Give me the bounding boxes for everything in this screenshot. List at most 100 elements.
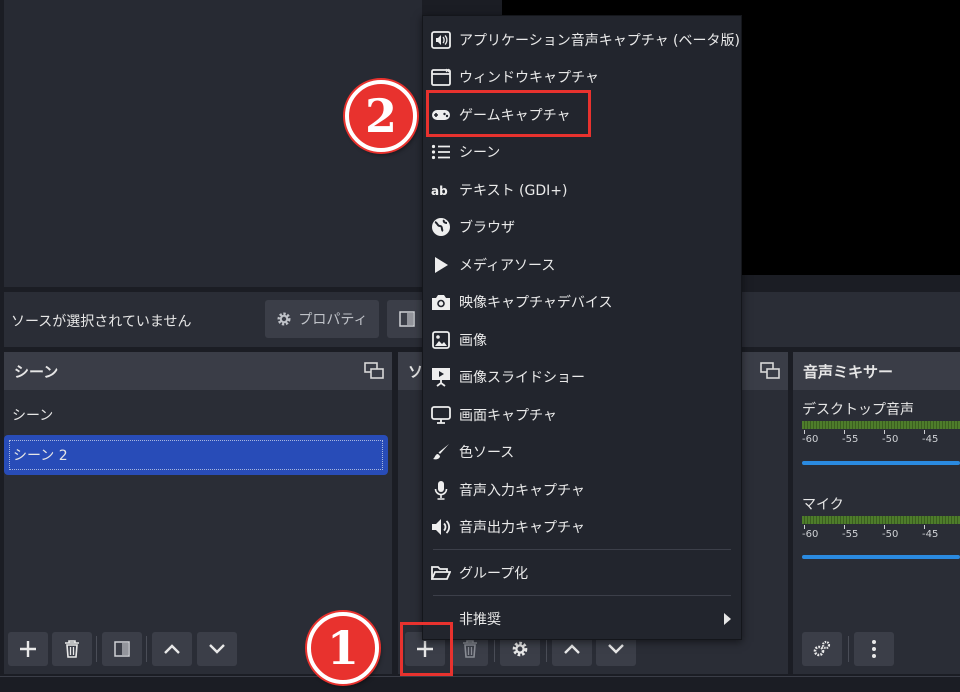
undock-icon[interactable] [760,362,780,380]
window-icon [431,68,451,86]
meter-tick-label: -55 [842,529,859,540]
menu-item-label: グループ化 [459,565,529,582]
menu-separator [433,549,731,550]
menu-item-video-capture-device[interactable]: 映像キャプチャデバイス [423,283,741,320]
menu-item-label: 画像 [459,332,487,349]
menu-item-deprecated[interactable]: 非推奨 [423,600,741,637]
toolbar-divider [146,636,147,662]
menu-item-audio-output-capture[interactable]: 音声出力キャプチャ [423,508,741,545]
move-scene-down-button[interactable] [197,632,237,666]
meter-scale: -60 -55 -50 -45 [802,430,960,446]
highlight-add-source-button [400,622,453,676]
menu-item-label: シーン [459,144,501,161]
properties-label: プロパティ [298,312,368,328]
meter-scale: -60 -55 -50 -45 [802,525,960,541]
scenes-title: シーン [14,362,59,381]
trash-icon [463,640,477,658]
status-bar [0,676,960,692]
speaker-icon [432,519,451,535]
play-icon [435,257,448,273]
svg-text:ab: ab [431,184,448,197]
gear-icon [512,641,528,657]
menu-item-display-capture[interactable]: 画面キャプチャ [423,396,741,433]
monitor-icon [431,406,451,424]
mixer-advanced-audio-button[interactable] [802,632,842,666]
menu-item-label: 音声出力キャプチャ [459,519,585,536]
scene-item-label: シーン [12,408,54,424]
microphone-icon [434,481,448,500]
step-badge-1: 1 [307,612,379,684]
filters-button[interactable] [387,300,427,338]
gear-icon [277,312,291,326]
filter-icon [114,641,130,657]
toolbar-divider [848,636,849,662]
submenu-arrow-icon [724,613,731,625]
remove-scene-button[interactable] [52,632,92,666]
menu-item-browser[interactable]: ブラウザ [423,208,741,245]
menu-item-media-source[interactable]: メディアソース [423,246,741,283]
scene-filters-button[interactable] [102,632,142,666]
meter-tick-label: -60 [802,529,819,540]
gears-icon [813,640,831,657]
audio-mixer-header: 音声ミキサー [793,352,960,390]
trash-icon [65,640,79,658]
menu-item-scene[interactable]: シーン [423,133,741,170]
list-icon [431,144,450,160]
menu-item-image-slideshow[interactable]: 画像スライドショー [423,358,741,395]
camera-icon [432,295,450,310]
properties-button[interactable]: プロパティ [265,300,379,338]
menu-item-label: メディアソース [459,257,556,274]
scene-list-item[interactable]: シーン [4,397,388,433]
menu-item-label: アプリケーション音声キャプチャ (ベータ版) [459,32,740,49]
menu-item-label: 非推奨 [459,611,501,628]
globe-icon [432,218,450,236]
highlight-game-capture [426,90,591,137]
menu-item-group[interactable]: グループ化 [423,554,741,591]
scene-item-label: シーン 2 [13,448,68,464]
audio-mixer-title: 音声ミキサー [803,362,894,381]
menu-item-image[interactable]: 画像 [423,321,741,358]
plus-icon [20,641,36,657]
toolbar-divider [96,636,97,662]
text-ab-icon: ab [431,184,448,197]
mixer-channel-name: マイク [802,497,844,513]
chevron-down-icon [209,644,225,654]
add-scene-button[interactable] [8,632,48,666]
menu-item-label: テキスト (GDI+) [459,182,568,199]
meter-tick-label: -45 [922,434,939,445]
menu-item-audio-input-capture[interactable]: 音声入力キャプチャ [423,471,741,508]
menu-item-label: ウィンドウキャプチャ [459,69,599,86]
move-scene-up-button[interactable] [152,632,192,666]
volume-meter [802,421,960,429]
meter-tick-label: -50 [882,434,899,445]
undock-icon[interactable] [364,362,384,380]
folder-open-icon [431,566,451,580]
step-number: 2 [364,89,397,143]
volume-slider[interactable] [802,555,960,559]
slideshow-icon [432,368,450,387]
step-number: 1 [326,621,359,675]
menu-separator [433,595,731,596]
menu-item-application-audio-capture[interactable]: アプリケーション音声キャプチャ (ベータ版) [423,21,741,58]
scenes-dock-header: シーン [4,352,392,390]
chevron-up-icon [164,644,180,654]
kebab-menu-icon [872,640,876,658]
volume-meter [802,516,960,524]
filter-icon [399,311,415,327]
no-source-label: ソースが選択されていません [11,314,192,330]
menu-item-text-gdi[interactable]: ab テキスト (GDI+) [423,171,741,208]
menu-item-label: 色ソース [459,444,515,461]
scene-list-item-selected[interactable]: シーン 2 [4,435,388,475]
menu-item-label: 映像キャプチャデバイス [459,294,613,311]
menu-item-label: ブラウザ [459,219,515,236]
mixer-menu-button[interactable] [854,632,894,666]
meter-tick-label: -55 [842,434,859,445]
step-badge-2: 2 [345,80,417,152]
brush-icon [433,444,449,460]
menu-item-color-source[interactable]: 色ソース [423,433,741,470]
volume-slider[interactable] [802,461,960,465]
chevron-up-icon [564,644,580,654]
meter-tick-label: -60 [802,434,819,445]
chevron-down-icon [608,644,624,654]
meter-tick-label: -45 [922,529,939,540]
